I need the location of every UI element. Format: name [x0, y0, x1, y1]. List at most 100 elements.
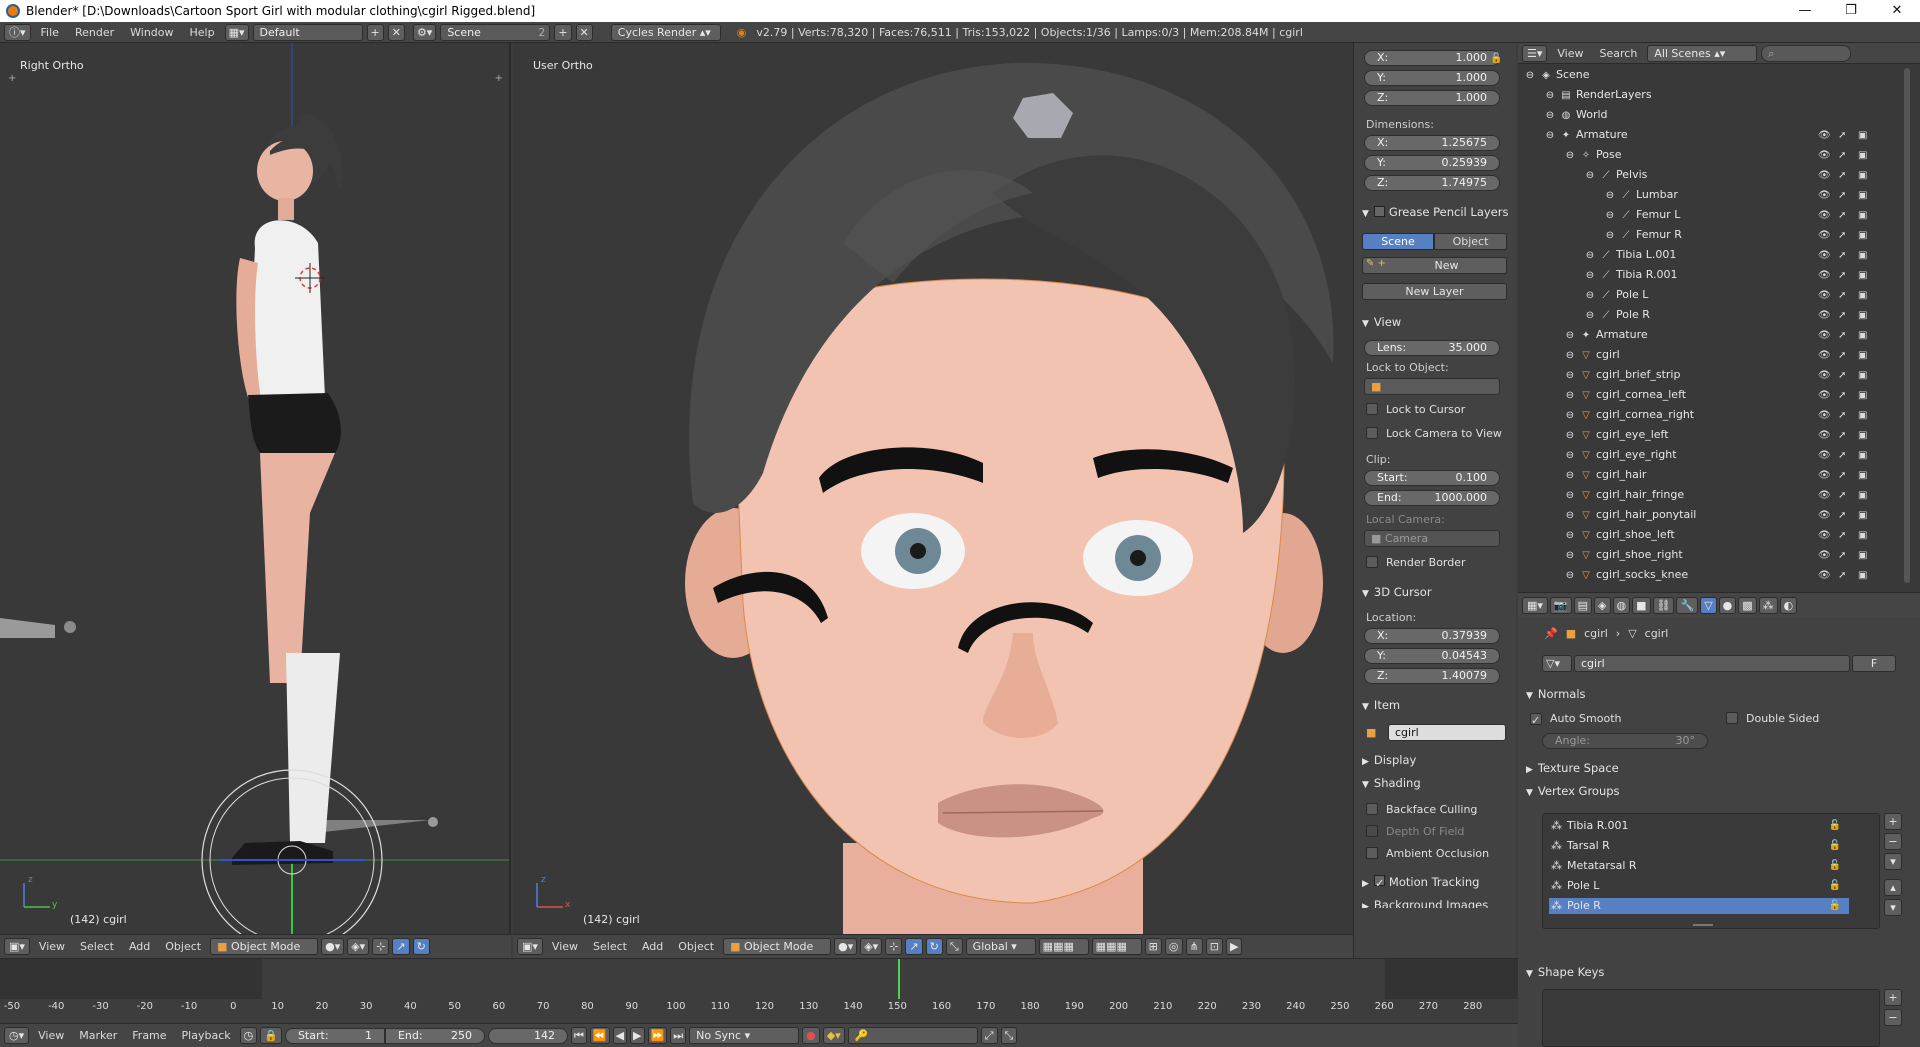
menu-window[interactable]: Window [124, 22, 179, 43]
expand-toggle-icon[interactable]: ⊖ [1564, 530, 1576, 541]
local-camera-field[interactable]: ■ Camera [1364, 530, 1500, 547]
visibility-eye-icon[interactable]: 👁 [1818, 550, 1831, 561]
expand-toggle-icon[interactable]: ⊖ [1584, 250, 1596, 261]
jump-end-icon[interactable]: ⏭ [670, 1027, 687, 1044]
outliner-row[interactable]: ⊖ ▽ cgirl_cornea_right [1518, 408, 1818, 424]
selectable-cursor-icon[interactable]: ➚ [1838, 490, 1846, 501]
render-camera-icon[interactable]: ▣ [1858, 390, 1867, 401]
add-shape-key-button[interactable]: + [1884, 989, 1902, 1006]
render-camera-icon[interactable]: ▣ [1858, 570, 1867, 581]
auto-smooth-checkbox[interactable]: ✓ Auto Smooth [1530, 712, 1621, 727]
outliner-menu-search[interactable]: Search [1594, 43, 1644, 64]
layers-tab-icon[interactable]: ▤ [1573, 596, 1593, 614]
render-camera-icon[interactable]: ▣ [1858, 310, 1867, 321]
outliner-row[interactable]: ⊖ ⟋ Tibia R.001 [1518, 268, 1818, 284]
visibility-eye-icon[interactable]: 👁 [1818, 430, 1831, 441]
vertex-group-item[interactable]: ⁂ Pole L 🔓 [1549, 878, 1849, 894]
jump-start-icon[interactable]: ⏮ [570, 1027, 587, 1044]
outliner-filter-dropdown[interactable]: All Scenes ▴▾ [1647, 44, 1758, 62]
manipulator-toggle[interactable]: ⊹ [372, 938, 390, 955]
outliner-row[interactable]: ⊖ ⟋ Pole R [1518, 308, 1818, 324]
selectable-cursor-icon[interactable]: ➚ [1838, 570, 1846, 581]
object-name-field[interactable]: cgirl [1388, 724, 1506, 741]
render-camera-icon[interactable]: ▣ [1858, 250, 1867, 261]
outliner-row[interactable]: ⊖ ◍ World [1518, 108, 1818, 124]
visibility-eye-icon[interactable]: 👁 [1818, 410, 1831, 421]
cursor-x-field[interactable]: X: 0.37939 [1364, 628, 1500, 644]
grease-pencil-panel-header[interactable]: ▼ Grease Pencil Layers [1362, 205, 1508, 219]
render-preview-icon[interactable]: ▶ [1225, 938, 1243, 955]
outliner-row[interactable]: ⊖ ▽ cgirl_hair [1518, 468, 1818, 484]
vertex-group-item[interactable]: ⁂ Pole R 🔓 [1549, 898, 1849, 914]
visibility-eye-icon[interactable]: 👁 [1818, 130, 1831, 141]
visibility-eye-icon[interactable]: 👁 [1818, 310, 1831, 321]
outliner-search-input[interactable]: ⌕ [1761, 44, 1852, 62]
render-camera-icon[interactable]: ▣ [1858, 530, 1867, 541]
add-vertex-group-button[interactable]: + [1884, 813, 1902, 830]
particles-tab-icon[interactable]: ⁂ [1758, 596, 1778, 614]
lock-scale-x-icon[interactable]: 🔓 [1490, 53, 1502, 64]
visibility-eye-icon[interactable]: 👁 [1818, 250, 1831, 261]
outliner-scrollbar[interactable] [1904, 68, 1910, 583]
outliner-row[interactable]: ⊖ ✧ Pose [1518, 148, 1818, 164]
outliner-row[interactable]: ⊖ ⟋ Femur L [1518, 208, 1818, 224]
outliner-row[interactable]: ⊖ ▽ cgirl_hair_ponytail [1518, 508, 1818, 524]
menu-object[interactable]: Object [672, 936, 720, 957]
selectable-cursor-icon[interactable]: ➚ [1838, 510, 1846, 521]
visibility-eye-icon[interactable]: 👁 [1818, 210, 1831, 221]
outliner-row[interactable]: ⊖ ▽ cgirl_hair_fringe [1518, 488, 1818, 504]
outliner-row[interactable]: ⊖ ▽ cgirl_brief_strip [1518, 368, 1818, 384]
selectable-cursor-icon[interactable]: ➚ [1838, 370, 1846, 381]
expand-toggle-icon[interactable]: ⊖ [1544, 110, 1556, 121]
outliner-row[interactable]: ⊖ ▽ cgirl_eye_right [1518, 448, 1818, 464]
expand-toggle-icon[interactable]: ⊖ [1564, 350, 1576, 361]
menu-select[interactable]: Select [587, 936, 633, 957]
remove-layout-button[interactable]: ✕ [387, 23, 405, 41]
properties-editor-type[interactable]: ▦▾ [1522, 596, 1548, 614]
cursor-z-field[interactable]: Z: 1.40079 [1364, 668, 1500, 684]
lock-range-icon[interactable]: 🔒 [260, 1027, 282, 1044]
shading-dropdown[interactable]: ●▾ [834, 938, 858, 955]
render-camera-icon[interactable]: ▣ [1858, 490, 1867, 501]
scale-x-field[interactable]: X: 1.000 [1364, 50, 1500, 66]
outliner-row[interactable]: ⊖ ▽ cgirl_eye_left [1518, 428, 1818, 444]
double-sided-checkbox[interactable]: Double Sided [1726, 712, 1819, 725]
modifiers-tab-icon[interactable]: 🔧 [1676, 596, 1699, 614]
outliner-row[interactable]: ⊖ ⟋ Pole L [1518, 288, 1818, 304]
depth-of-field-checkbox[interactable]: Depth Of Field [1366, 825, 1464, 838]
expand-toggle-icon[interactable]: ⊖ [1564, 410, 1576, 421]
timeline-menu-view[interactable]: View [32, 1025, 70, 1046]
menu-view[interactable]: View [546, 936, 584, 957]
vertex-groups-panel-header[interactable]: ▼ Vertex Groups [1526, 784, 1620, 798]
keying-set-icon[interactable]: ◆▾ [822, 1027, 845, 1044]
menu-add[interactable]: Add [123, 936, 156, 957]
render-camera-icon[interactable]: ▣ [1858, 550, 1867, 561]
motion-tracking-panel-header[interactable]: ▶ ✓ Motion Tracking [1362, 875, 1479, 890]
info-editor-type-icon[interactable]: ⓘ▾ [4, 23, 31, 41]
scene-field[interactable]: Scene 2 [440, 23, 551, 41]
list-resize-handle[interactable] [1693, 924, 1713, 926]
rotate-icon[interactable]: ↻ [412, 938, 430, 955]
outliner-menu-view[interactable]: View [1551, 43, 1589, 64]
mode-dropdown[interactable]: ■ Object Mode [210, 938, 319, 955]
proportional-edit-icon[interactable]: ◎ [1164, 938, 1183, 955]
selectable-cursor-icon[interactable]: ➚ [1838, 450, 1846, 461]
selectable-cursor-icon[interactable]: ➚ [1838, 270, 1846, 281]
sync-dropdown[interactable]: No Sync ▾ [689, 1027, 800, 1044]
left-3d-viewport[interactable]: Right Ortho + + z y (142) cgirl [0, 43, 511, 934]
layers-grid-icon[interactable]: ▦▦▦ [1038, 938, 1089, 955]
move-up-button[interactable]: ▴ [1884, 879, 1902, 896]
render-camera-icon[interactable]: ▣ [1858, 230, 1867, 241]
prev-keyframe-icon[interactable]: ⏪ [589, 1027, 610, 1044]
object-tab-icon[interactable]: ■ [1632, 596, 1651, 614]
scene-tab-icon[interactable]: ◈ [1594, 596, 1611, 614]
add-scene-button[interactable]: + [554, 23, 572, 41]
expand-toggle-icon[interactable]: ⊖ [1564, 430, 1576, 441]
move-down-button[interactable]: ▾ [1884, 899, 1902, 916]
new-layer-button[interactable]: New Layer [1362, 283, 1507, 300]
render-camera-icon[interactable]: ▣ [1858, 190, 1867, 201]
outliner-row[interactable]: ⊖ ▽ cgirl_shoe_right [1518, 548, 1818, 564]
selectable-cursor-icon[interactable]: ➚ [1838, 330, 1846, 341]
outliner-row[interactable]: ⊖ ✦ Armature [1518, 328, 1818, 344]
expand-toggle-icon[interactable]: ⊖ [1564, 570, 1576, 581]
